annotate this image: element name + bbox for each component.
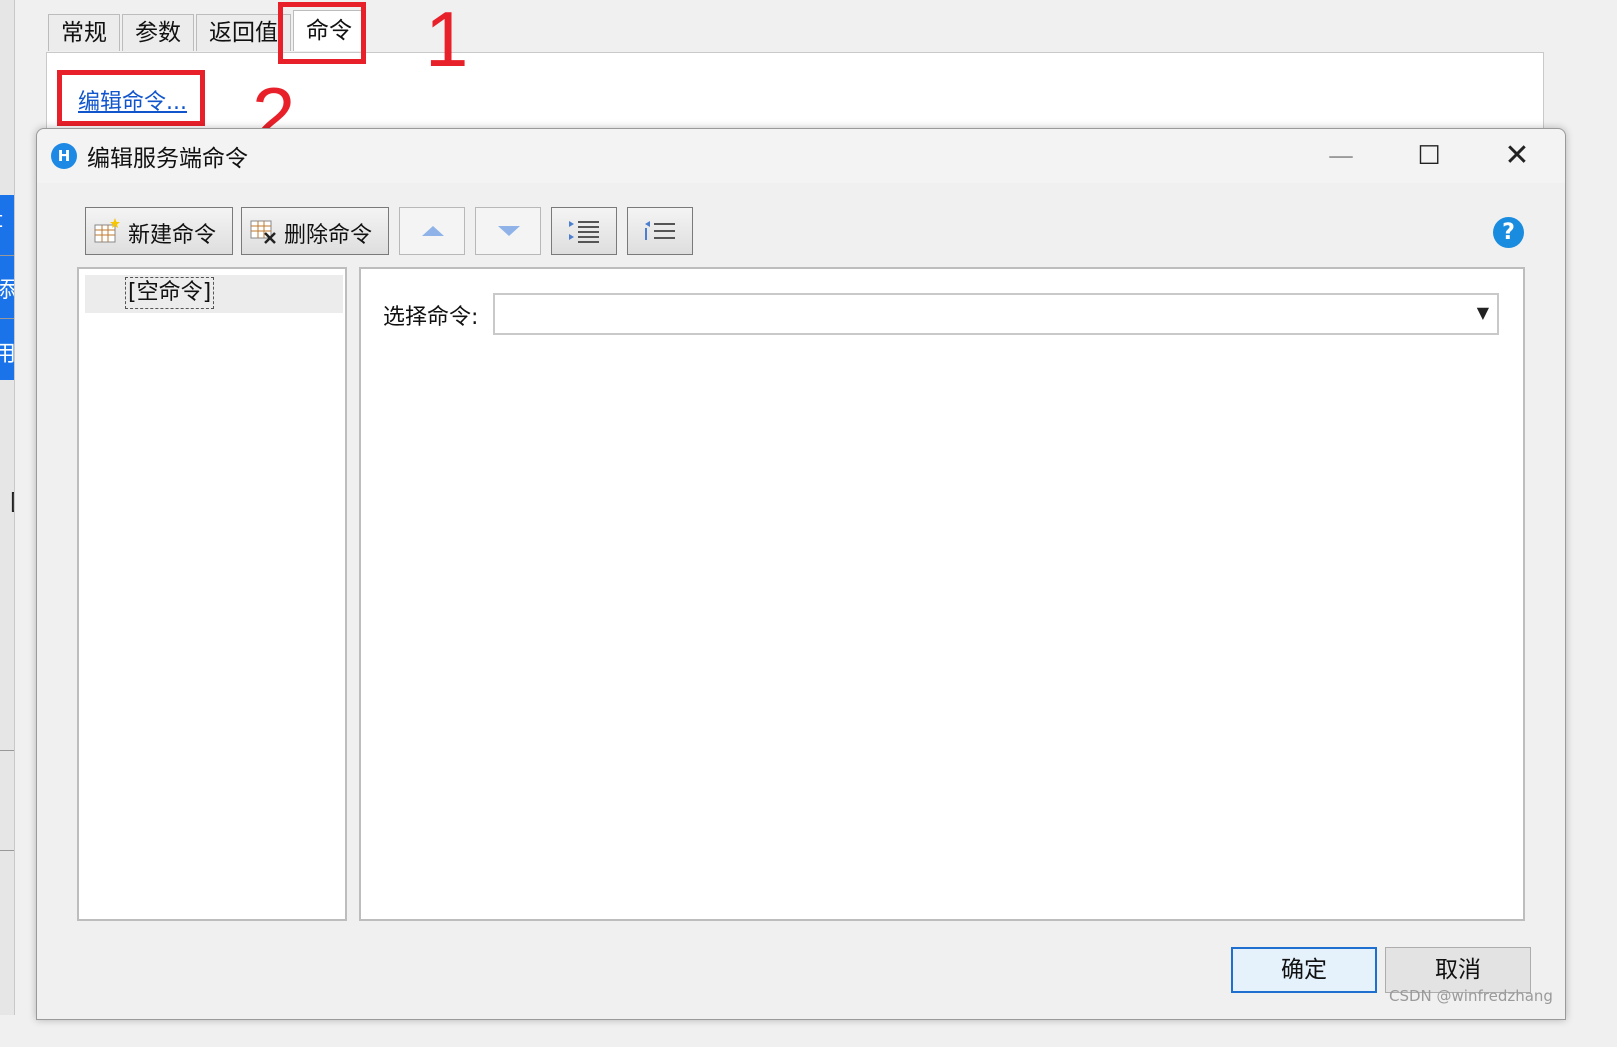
command-tree-item-label: [空命令] [125,277,215,309]
command-tree-item[interactable]: [空命令] [85,275,343,313]
outdent-icon [645,221,675,240]
callout-box-link [57,70,205,126]
new-table-icon [94,218,120,243]
dialog-title: 编辑服务端命令 [87,146,248,172]
divider [0,850,14,851]
new-command-button[interactable]: 新建命令 [85,207,233,255]
app-logo-icon: H [51,143,77,169]
outdent-button[interactable] [627,207,693,255]
dialog-titlebar[interactable]: H 编辑服务端命令 — ☐ ✕ [37,129,1565,183]
command-detail-panel: 选择命令: ▼ [359,267,1525,921]
background-window-strip: t 添 用 [ [0,0,15,1015]
new-command-label: 新建命令 [128,223,217,248]
tab-general[interactable]: 常规 [48,14,120,51]
select-command-label: 选择命令: [383,305,479,330]
indent-icon [569,221,599,243]
callout-number-1: 1 [425,0,469,83]
move-down-button[interactable] [475,207,541,255]
watermark: CSDN @winfredzhang [1389,987,1553,1005]
chevron-down-icon: ▼ [1476,303,1489,322]
command-tree-panel: [空命令] [77,267,347,921]
tab-return-value[interactable]: 返回值 [196,14,291,51]
move-down-icon [498,226,520,236]
background-text-fragment: 添 [0,272,14,304]
maximize-button[interactable]: ☐ [1385,129,1473,183]
divider [0,750,14,751]
ok-button[interactable]: 确定 [1231,947,1377,993]
background-text-fragment: t [0,208,3,233]
move-up-button[interactable] [399,207,465,255]
delete-command-button[interactable]: 删除命令 [241,207,389,255]
background-text-fragment: [ [10,490,14,515]
tab-parameters[interactable]: 参数 [122,14,194,51]
divider [0,255,14,256]
callout-box-tab [278,2,366,64]
minimize-button[interactable]: — [1297,129,1385,183]
select-command-dropdown[interactable]: ▼ [493,293,1499,335]
background-text-fragment: 用 [0,336,14,368]
close-button[interactable]: ✕ [1473,129,1561,183]
divider [0,318,14,319]
move-up-icon [422,226,444,236]
indent-button[interactable] [551,207,617,255]
delete-table-icon [250,220,276,244]
delete-command-label: 删除命令 [284,223,373,248]
edit-server-command-dialog: H 编辑服务端命令 — ☐ ✕ 新建命令 删除命令 ? [空命令] 选择命令: … [36,128,1566,1020]
help-icon[interactable]: ? [1493,217,1524,248]
